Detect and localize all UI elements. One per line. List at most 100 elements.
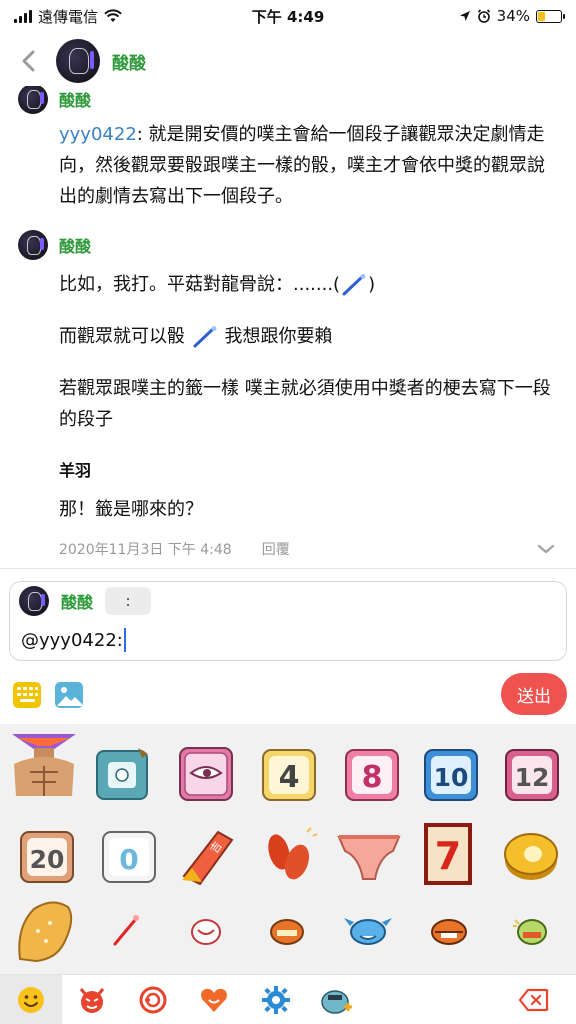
backspace-button[interactable] [503, 975, 565, 1024]
red-wand-sticker[interactable] [90, 895, 160, 965]
comment-paragraph: 若觀眾跟噗主的籤一樣 噗主就必須使用中獎者的梗去寫下一段的段子 [59, 378, 551, 430]
text-caret [123, 628, 126, 652]
back-button[interactable] [0, 34, 56, 88]
white-blob-sticker[interactable] [171, 895, 241, 965]
battery-percent: 34% [496, 7, 530, 25]
orange-blob-sticker[interactable] [252, 895, 322, 965]
sticker-panel: 4 8 10 12 20 0 吉 7 [0, 724, 576, 974]
reply-toolbar: 送出 [0, 673, 576, 717]
slot-seven-icon: 7 [424, 823, 472, 885]
dice-8-icon: 8 [345, 749, 399, 801]
tab-custom-stickers[interactable] [306, 975, 368, 1024]
ticket-stick-sticker[interactable]: 吉 [175, 821, 245, 891]
backspace-icon [519, 988, 549, 1012]
smiley-icon [18, 987, 44, 1013]
reply-author: 酸酸 [61, 593, 94, 612]
conversation-header: 酸酸 [0, 34, 576, 88]
svg-text:0: 0 [119, 843, 138, 876]
wand-emoticon-icon [193, 326, 217, 348]
eye-dice-sticker[interactable] [171, 739, 241, 809]
underwear-sticker[interactable] [334, 821, 404, 891]
svg-text:7: 7 [435, 834, 461, 878]
svg-text:8: 8 [362, 760, 383, 795]
tab-smiley[interactable] [0, 975, 62, 1024]
tab-settings[interactable] [245, 975, 307, 1024]
tab-no-entry[interactable] [122, 975, 184, 1024]
paragraph-text: 而觀眾就可以骰 [59, 326, 185, 347]
emoticon-tab-bar [0, 974, 576, 1024]
eye-dice-icon [179, 747, 233, 801]
slot-seven-sticker[interactable]: 7 [413, 819, 483, 889]
header-title[interactable]: 酸酸 [112, 49, 146, 74]
clock: 下午 4:49 [251, 7, 325, 26]
signal-icon [14, 9, 32, 23]
coin-sticker[interactable] [496, 821, 566, 891]
svg-text:10: 10 [434, 763, 469, 792]
comment-author[interactable]: 酸酸 [59, 87, 91, 111]
svg-text:12: 12 [515, 763, 550, 792]
qualifier-chip[interactable]: : [105, 587, 152, 615]
white-dice-icon [96, 748, 148, 800]
heart-face-icon [201, 988, 227, 1012]
status-left: 遠傳電信 [14, 6, 204, 27]
bread-icon [18, 901, 73, 963]
header-avatar[interactable] [56, 39, 100, 83]
dice-0-sticker[interactable]: 0 [94, 821, 164, 891]
white-blob-icon [191, 919, 221, 945]
tab-devil[interactable] [61, 975, 123, 1024]
paragraph-text: ) [368, 274, 376, 295]
mention-link[interactable]: yyy0422 [59, 124, 137, 145]
red-beans-icon [268, 827, 318, 880]
custom-sticker-icon [321, 990, 352, 1014]
reply-link[interactable]: 回覆 [262, 539, 290, 559]
comment-body: yyy0422: 就是開安價的噗主會給一個段子讓觀眾決定劇情走向，然後觀眾要骰跟… [59, 119, 549, 212]
quoted-author: 羊羽 [59, 461, 92, 480]
muscle-torso-icon [12, 734, 76, 796]
wifi-icon [104, 9, 122, 22]
bread-sticker[interactable] [10, 895, 80, 965]
carrier-label: 遠傳電信 [38, 7, 99, 26]
wand-emoticon-icon [342, 274, 366, 296]
chevron-down-icon[interactable] [537, 543, 555, 555]
dice-4-icon: 4 [262, 749, 316, 801]
image-upload-icon[interactable] [54, 681, 84, 709]
reply-header: 酸酸 : [19, 586, 566, 616]
status-right: 34% [372, 7, 565, 25]
dice-20-sticker[interactable]: 20 [12, 821, 82, 891]
green-blob-sticker[interactable] [496, 895, 566, 965]
orange-monster-sticker[interactable] [414, 895, 484, 965]
dice-20-icon: 20 [20, 831, 74, 883]
send-button[interactable]: 送出 [501, 673, 567, 715]
muscle-torso-sticker[interactable] [9, 731, 79, 801]
svg-text:4: 4 [279, 760, 300, 795]
battery-icon [536, 9, 565, 23]
coin-icon [504, 833, 558, 880]
dice-4-sticker[interactable]: 4 [254, 739, 324, 809]
paragraph-text: 比如，我打。平菇對龍骨說：.......( [59, 274, 341, 295]
comment-author[interactable]: 酸酸 [59, 233, 91, 257]
dice-10-icon: 10 [424, 749, 478, 801]
white-dice-sticker[interactable] [88, 739, 158, 809]
red-beans-sticker[interactable] [254, 821, 324, 891]
comment-feed[interactable]: 酸酸 yyy0422: 就是開安價的噗主會給一個段子讓觀眾決定劇情走向，然後觀眾… [0, 86, 576, 566]
chevron-left-icon [22, 50, 35, 72]
dice-12-icon: 12 [505, 749, 559, 801]
comment-header: 酸酸 [18, 230, 576, 260]
tab-heart-face[interactable] [183, 975, 245, 1024]
dice-8-sticker[interactable]: 8 [337, 739, 407, 809]
reply-box[interactable]: 酸酸 : @yyy0422: [9, 581, 567, 661]
dice-10-sticker[interactable]: 10 [416, 739, 486, 809]
comment-avatar[interactable] [18, 230, 48, 260]
comment-header: 酸酸 [18, 86, 576, 114]
comment-meta: 2020年11月3日 下午 4:48 回覆 [59, 539, 555, 559]
dice-12-sticker[interactable]: 12 [497, 739, 567, 809]
comment-item: 酸酸 yyy0422: 就是開安價的噗主會給一個段子讓觀眾決定劇情走向，然後觀眾… [0, 86, 576, 212]
blue-monster-icon [344, 918, 392, 945]
comment-item: 酸酸 比如，我打。平菇對龍骨說：.......() 而觀眾就可以骰 我想跟你要賴… [0, 230, 576, 559]
keyboard-icon[interactable] [12, 681, 42, 709]
reply-input-value: @yyy0422: [21, 629, 123, 651]
comment-avatar[interactable] [18, 86, 48, 114]
comment-paragraph: 比如，我打。平菇對龍骨說：.......() [59, 269, 555, 300]
blue-monster-sticker[interactable] [333, 895, 403, 965]
reply-input[interactable]: @yyy0422: [21, 628, 566, 652]
